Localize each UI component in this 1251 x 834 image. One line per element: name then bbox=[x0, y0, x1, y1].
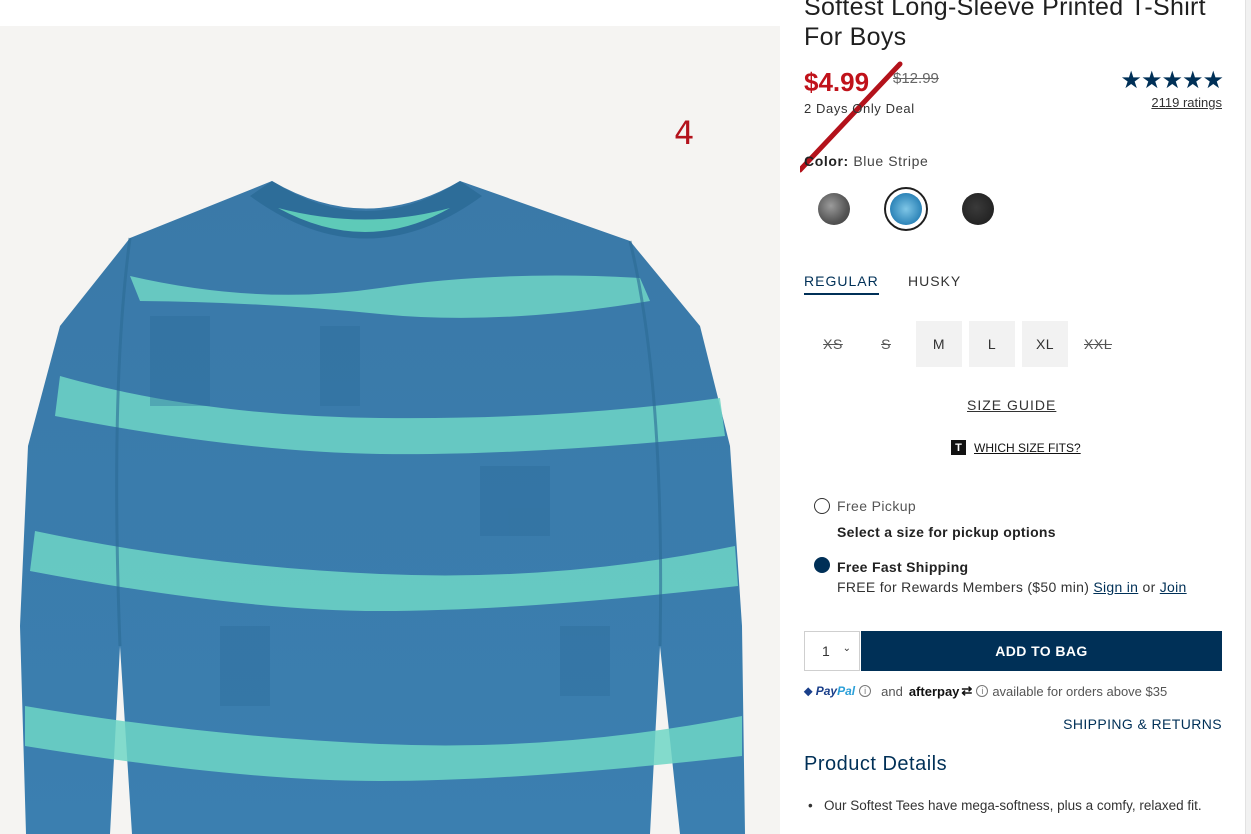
shipping-subtext-prefix: FREE for Rewards Members ($50 min) bbox=[837, 579, 1090, 595]
afterpay-logo: afterpay bbox=[908, 683, 960, 699]
and-text: and bbox=[881, 683, 903, 699]
tab-husky[interactable]: HUSKY bbox=[908, 273, 961, 289]
tab-regular[interactable]: REGULAR bbox=[804, 273, 879, 295]
shipping-label: Free Fast Shipping bbox=[837, 559, 969, 575]
swatch-gray-tie-dye[interactable] bbox=[818, 193, 850, 225]
product-image[interactable] bbox=[0, 26, 780, 834]
color-label: Color: bbox=[804, 153, 849, 169]
sign-in-link[interactable]: Sign in bbox=[1093, 579, 1138, 595]
size-xxl-button[interactable]: XXL bbox=[1075, 321, 1121, 367]
pickup-radio[interactable] bbox=[814, 498, 830, 514]
product-image-area: 4 bbox=[0, 26, 780, 834]
chevron-down-icon: ⌄ bbox=[842, 643, 851, 654]
shipping-subtext: FREE for Rewards Members ($50 min) Sign … bbox=[837, 579, 1187, 595]
size-m-button[interactable]: M bbox=[916, 321, 962, 367]
or-text: or bbox=[1142, 579, 1156, 595]
original-price: $12.99 bbox=[893, 70, 939, 87]
which-size-fits-link[interactable]: WHICH SIZE FITS? bbox=[974, 441, 1081, 455]
pickup-subtext: Select a size for pickup options bbox=[837, 524, 1056, 540]
info-icon[interactable]: i bbox=[859, 685, 872, 697]
color-label-row: Color: Blue Stripe bbox=[804, 153, 928, 169]
swatch-black[interactable] bbox=[962, 193, 994, 225]
afterpay-arrows-icon: ⇄ bbox=[961, 683, 973, 698]
deal-text: 2 Days Only Deal bbox=[804, 101, 915, 116]
page-scrollbar[interactable] bbox=[1245, 0, 1251, 834]
shipping-returns-link[interactable]: SHIPPING & RETURNS bbox=[1063, 716, 1222, 732]
quantity-value: 1 bbox=[822, 643, 830, 659]
available-text: available for orders above $35 bbox=[992, 683, 1168, 699]
size-s-button[interactable]: S bbox=[863, 321, 909, 367]
ratings-link[interactable]: 2119 ratings bbox=[1151, 95, 1222, 110]
product-title: Softest Long-Sleeve Printed T-Shirt For … bbox=[804, 0, 1206, 51]
size-l-button[interactable]: L bbox=[969, 321, 1015, 367]
list-item: Our Softest Tees have mega-softness, plu… bbox=[804, 796, 1204, 815]
color-selected-value: Blue Stripe bbox=[853, 153, 929, 169]
product-details-heading: Product Details bbox=[804, 753, 948, 775]
sale-price: $4.99 bbox=[804, 67, 870, 97]
join-link[interactable]: Join bbox=[1160, 579, 1187, 595]
size-guide-link[interactable]: SIZE GUIDE bbox=[967, 397, 1056, 413]
info-icon[interactable]: i bbox=[976, 685, 989, 697]
size-xs-button[interactable]: XS bbox=[810, 321, 856, 367]
true-fit-icon: T bbox=[951, 440, 966, 455]
paypal-logo: ⬥ PayPal bbox=[804, 683, 856, 698]
payment-options-row: ⬥ PayPal i and afterpay ⇄ i available fo… bbox=[804, 683, 1167, 699]
shipping-radio[interactable] bbox=[814, 557, 830, 573]
product-info-panel: Softest Long-Sleeve Printed T-Shirt For … bbox=[780, 0, 1251, 834]
add-to-bag-button[interactable]: ADD TO BAG bbox=[861, 631, 1222, 671]
size-xl-button[interactable]: XL bbox=[1022, 321, 1068, 367]
quantity-select[interactable]: 1 ⌄ bbox=[804, 631, 860, 671]
product-details-list: Our Softest Tees have mega-softness, plu… bbox=[804, 796, 1204, 815]
swatch-blue-stripe[interactable] bbox=[890, 193, 922, 225]
rating-stars[interactable]: ★★★★★ bbox=[1120, 66, 1224, 94]
annotation-number: 4 bbox=[674, 114, 695, 152]
pickup-label: Free Pickup bbox=[837, 498, 917, 514]
